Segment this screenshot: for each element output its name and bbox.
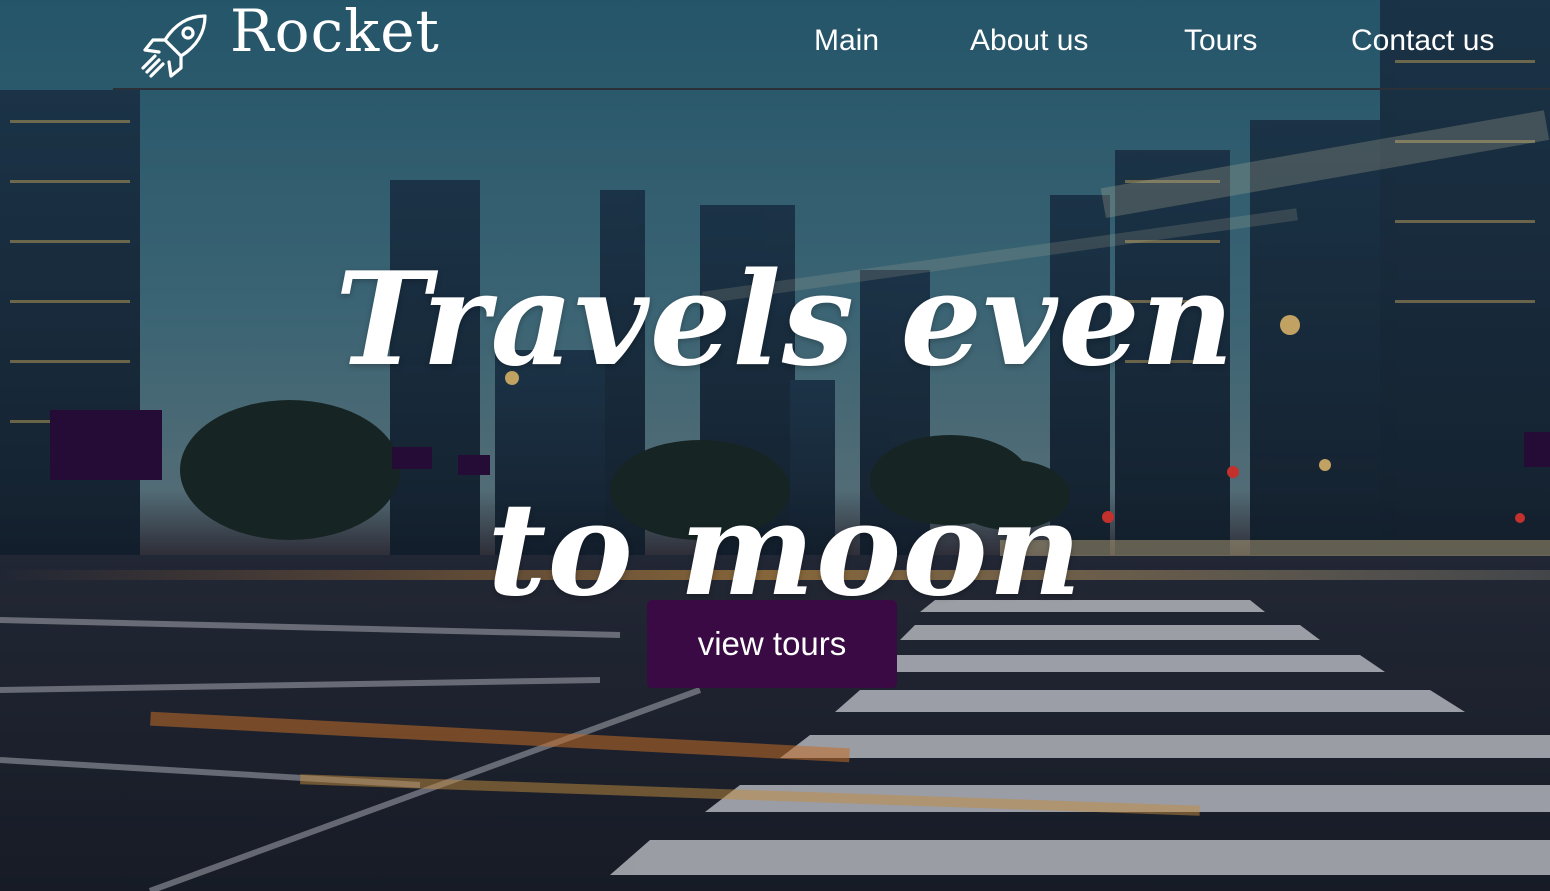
hero-title: Travels even to moon (335, 245, 1235, 625)
nav-item-about-us[interactable]: About us (970, 24, 1088, 58)
header-divider (113, 88, 1550, 90)
main-nav: Main About us Tours Contact us (0, 24, 1550, 68)
view-tours-button[interactable]: view tours (647, 600, 897, 688)
site-header: Rocket Main About us Tours Contact us (0, 0, 1550, 90)
nav-item-contact-us[interactable]: Contact us (1351, 24, 1494, 58)
nav-item-tours[interactable]: Tours (1184, 24, 1257, 58)
nav-item-main[interactable]: Main (814, 24, 879, 58)
